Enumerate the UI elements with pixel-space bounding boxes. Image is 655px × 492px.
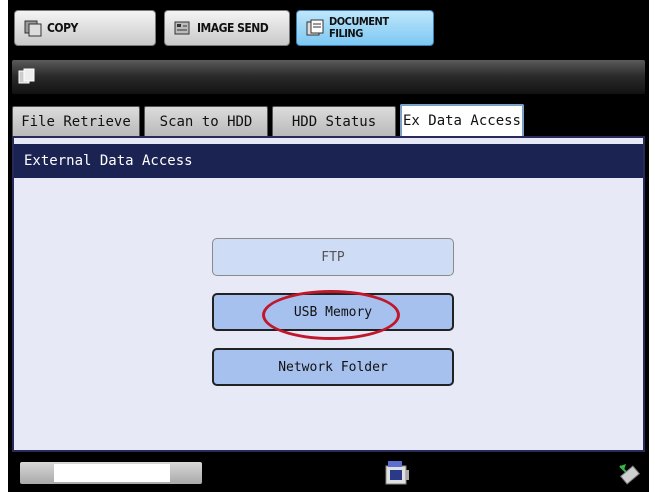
ftp-button[interactable]: FTP xyxy=(212,238,454,276)
ftp-button-label: FTP xyxy=(321,249,345,265)
document-filing-mode-button[interactable]: DOCUMENT FILING xyxy=(296,10,434,46)
image-send-mode-button[interactable]: IMAGE SEND xyxy=(164,10,290,46)
tab-bar: File Retrieve Scan to HDD HDD Status Ex … xyxy=(12,100,645,136)
machine-status-icon[interactable] xyxy=(382,458,412,488)
panel-header: External Data Access xyxy=(14,144,643,178)
usb-memory-button-label: USB Memory xyxy=(293,304,373,320)
tab-scan-to-hdd[interactable]: Scan to HDD xyxy=(144,106,268,136)
copy-mode-button[interactable]: COPY xyxy=(14,10,156,46)
tab-file-retrieve-label: File Retrieve xyxy=(21,113,131,130)
control-panel-screen: COPY IMAGE SEND DOCUMENT FILING File Ret… xyxy=(8,0,649,492)
tab-ex-data-access-label: Ex Data Access xyxy=(402,113,521,129)
tool-icon[interactable] xyxy=(614,458,644,488)
tab-ex-data-access[interactable]: Ex Data Access xyxy=(400,104,524,136)
copy-mode-label: COPY xyxy=(47,21,78,35)
job-status-bar-track xyxy=(54,464,170,482)
tab-file-retrieve[interactable]: File Retrieve xyxy=(12,106,140,136)
content-panel: External Data Access FTP USB Memory Netw… xyxy=(12,136,645,452)
document-filing-mode-label: DOCUMENT FILING xyxy=(329,16,389,40)
title-bar xyxy=(12,60,645,94)
document-title-icon xyxy=(18,68,35,84)
job-status-bar[interactable] xyxy=(20,462,202,484)
copy-icon xyxy=(24,20,42,37)
document-filing-label-line2: FILING xyxy=(329,27,363,40)
tab-scan-to-hdd-label: Scan to HDD xyxy=(159,113,253,130)
image-send-icon xyxy=(174,21,190,35)
image-send-mode-label: IMAGE SEND xyxy=(197,21,269,35)
network-folder-button[interactable]: Network Folder xyxy=(212,348,454,386)
tab-hdd-status-label: HDD Status xyxy=(291,113,377,130)
usb-memory-button[interactable]: USB Memory xyxy=(212,293,454,331)
document-filing-icon xyxy=(306,19,324,36)
bottom-bar xyxy=(8,452,649,492)
network-folder-button-label: Network Folder xyxy=(278,359,388,375)
tab-hdd-status[interactable]: HDD Status xyxy=(272,106,396,136)
mode-bar: COPY IMAGE SEND DOCUMENT FILING xyxy=(8,0,649,58)
